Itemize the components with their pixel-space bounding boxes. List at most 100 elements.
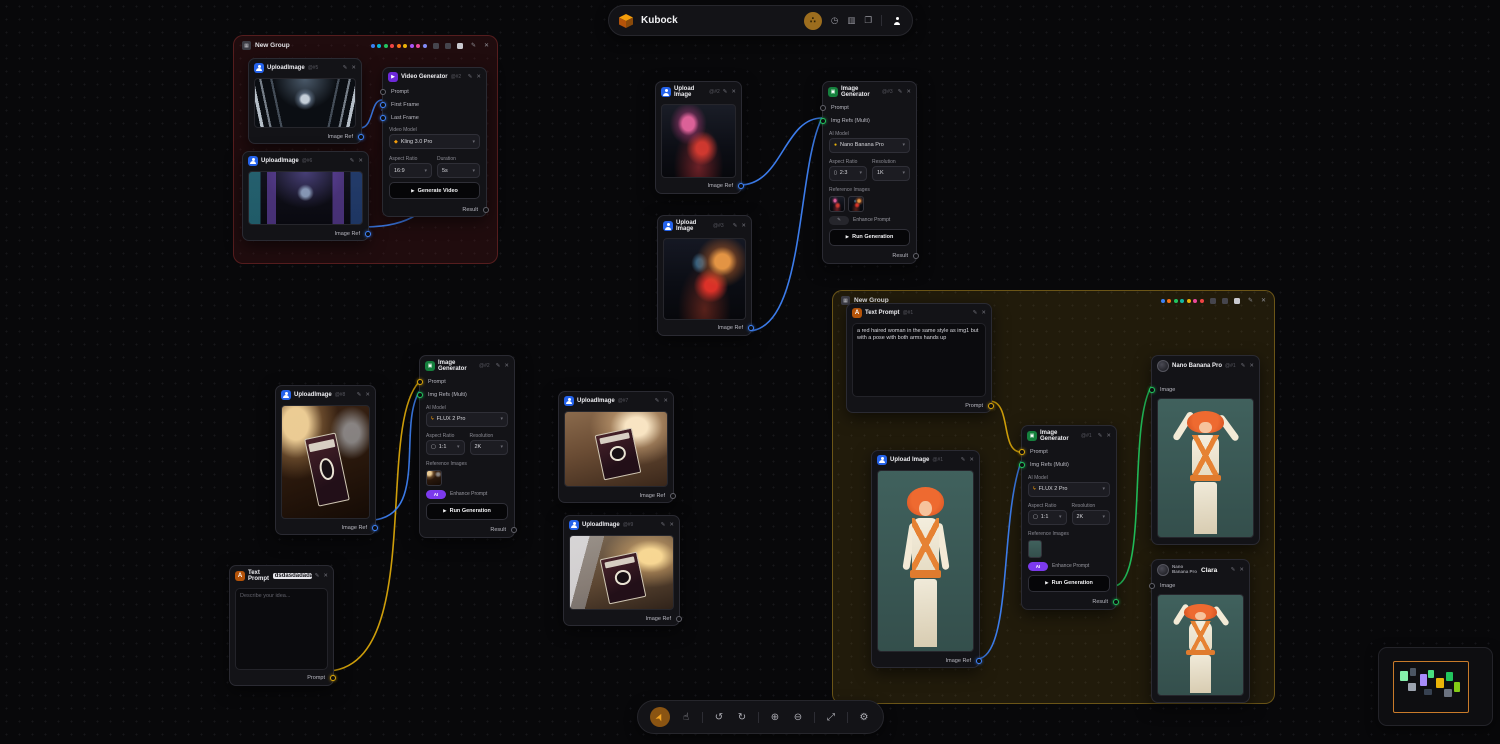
pin-icon[interactable]: ✎: [343, 65, 348, 71]
color-dot[interactable]: [384, 44, 388, 48]
uploaded-image-preview[interactable]: [248, 171, 363, 225]
group-style-square-2[interactable]: [445, 43, 451, 49]
group-style-square-2[interactable]: [1222, 298, 1228, 304]
uploaded-image-preview[interactable]: [877, 470, 974, 652]
color-dot[interactable]: [1193, 299, 1197, 303]
close-icon[interactable]: ✕: [476, 74, 481, 80]
prompt-textarea[interactable]: a red haired woman in the same style as …: [852, 323, 986, 397]
pin-icon[interactable]: ✎: [350, 158, 355, 164]
uploaded-image-preview[interactable]: [661, 104, 736, 178]
node-header[interactable]: UploadImage @#5 ✎✕: [249, 59, 361, 76]
ai-model-select[interactable]: ϟ FLUX 2 Pro ▾: [1028, 482, 1110, 497]
port-image-ref[interactable]: [372, 525, 378, 531]
port-img-refs[interactable]: [1019, 462, 1025, 468]
node-upload-image-5[interactable]: UploadImage @#5 ✎✕ Image Ref: [248, 58, 362, 144]
prompt-textarea[interactable]: Describe your idea...: [235, 588, 328, 670]
node-image-generator-nano[interactable]: ▣ Image Generator @#3 ✎✕ Prompt Img Refs…: [822, 81, 917, 264]
port-image-ref[interactable]: [670, 493, 676, 499]
port-last-frame[interactable]: [380, 115, 386, 121]
pin-icon[interactable]: ✎: [723, 89, 728, 95]
port-prompt-out[interactable]: [988, 403, 994, 409]
port-prompt[interactable]: [1019, 449, 1025, 455]
ai-model-select[interactable]: ϟ FLUX 2 Pro ▾: [426, 412, 508, 427]
copy-button[interactable]: ❐: [864, 15, 872, 26]
port-prompt[interactable]: [380, 89, 386, 95]
port-prompt[interactable]: [417, 379, 423, 385]
run-generation-button[interactable]: ▶ Run Generation: [426, 503, 508, 520]
group-style-square-1[interactable]: [1210, 298, 1216, 304]
node-name[interactable]: Clara: [1201, 567, 1217, 574]
color-dot[interactable]: [377, 44, 381, 48]
port-image[interactable]: [1149, 387, 1155, 393]
collaborators-button[interactable]: [891, 15, 903, 27]
close-icon[interactable]: ✕: [1249, 363, 1254, 369]
node-header[interactable]: ▣ Image Generator @#1 ✎✕: [1022, 426, 1116, 446]
generated-image-preview[interactable]: [1157, 594, 1244, 696]
color-dot[interactable]: [403, 44, 407, 48]
uploaded-image-preview[interactable]: [569, 535, 674, 610]
enhance-prompt-toggle[interactable]: AI: [426, 490, 446, 499]
port-image-ref[interactable]: [748, 325, 754, 331]
color-dot[interactable]: [423, 44, 427, 48]
aspect-ratio-select[interactable]: 16:9 ▾: [389, 163, 432, 178]
node-header[interactable]: Upload Image @#3 ✎✕: [658, 216, 751, 236]
node-header[interactable]: A Text Prompt @#1 ✎✕: [847, 304, 991, 321]
close-icon[interactable]: ✕: [504, 363, 509, 369]
ai-model-select[interactable]: ● Nano Banana Pro ▾: [829, 138, 910, 153]
aspect-ratio-select[interactable]: ▢ 1:1 ▾: [1028, 510, 1067, 525]
pin-icon[interactable]: ✎: [357, 392, 362, 398]
close-icon[interactable]: ✕: [669, 522, 674, 528]
close-icon[interactable]: ✕: [323, 573, 328, 579]
reference-thumbnail-1[interactable]: [426, 470, 442, 486]
group-style-square-1[interactable]: [433, 43, 439, 49]
pin-icon[interactable]: ✎: [655, 398, 660, 404]
node-header[interactable]: ▶ Video Generator @#2 ✎✕: [383, 68, 486, 85]
node-upload-image-3[interactable]: Upload Image @#3 ✎✕ Image Ref: [657, 215, 752, 336]
enhance-prompt-toggle[interactable]: ✎: [829, 216, 849, 225]
run-generation-button[interactable]: ▶ Run Generation: [1028, 575, 1110, 592]
node-text-prompt-2[interactable]: A Text Prompt dsdasdadadadadas ✎✕ Descri…: [229, 565, 334, 686]
pin-icon[interactable]: ✎: [973, 310, 978, 316]
generate-video-button[interactable]: ▶ Generate Video: [389, 182, 480, 199]
layout-panels-button[interactable]: ▥: [847, 15, 855, 26]
uploaded-image-preview[interactable]: [663, 238, 746, 320]
enhance-prompt-toggle[interactable]: AI: [1028, 562, 1048, 571]
node-header[interactable]: Upload Image @#1 ✎✕: [872, 451, 979, 468]
close-icon[interactable]: ✕: [906, 89, 911, 95]
node-header[interactable]: ▣ Image Generator @#2 ✎✕: [420, 356, 514, 376]
color-dot[interactable]: [397, 44, 401, 48]
close-icon[interactable]: ✕: [663, 398, 668, 404]
port-image-ref[interactable]: [738, 183, 744, 189]
pin-icon[interactable]: ✎: [496, 363, 501, 369]
port-image-ref[interactable]: [976, 658, 982, 664]
color-dot[interactable]: [1174, 299, 1178, 303]
resolution-select[interactable]: 1K ▾: [872, 166, 910, 181]
node-header[interactable]: Nano Banana Pro Clara ✎✕: [1152, 560, 1249, 579]
pin-icon[interactable]: ✎: [471, 42, 476, 49]
color-dot[interactable]: [390, 44, 394, 48]
port-result[interactable]: [483, 207, 489, 213]
port-image-ref[interactable]: [676, 616, 682, 622]
pin-icon[interactable]: ✎: [468, 74, 473, 80]
group-style-square-3[interactable]: [1234, 298, 1240, 304]
pin-icon[interactable]: ✎: [733, 223, 738, 229]
pin-icon[interactable]: ✎: [315, 573, 320, 579]
run-generation-button[interactable]: ▶ Run Generation: [829, 229, 910, 246]
node-header[interactable]: UploadImage @#6 ✎✕: [243, 152, 368, 169]
node-header[interactable]: A Text Prompt dsdasdadadadadas ✎✕: [230, 566, 333, 586]
video-model-select[interactable]: ◆ Kling 3.0 Pro ▾: [389, 134, 480, 149]
pan-tool-button[interactable]: ☝: [679, 710, 693, 724]
port-image-ref[interactable]: [365, 231, 371, 237]
close-icon[interactable]: ✕: [731, 89, 736, 95]
select-tool-button[interactable]: ➤: [650, 707, 670, 727]
color-dot[interactable]: [371, 44, 375, 48]
zoom-in-button[interactable]: ⊕: [768, 710, 782, 724]
close-icon[interactable]: ✕: [484, 42, 489, 49]
group-style-square-3[interactable]: [457, 43, 463, 49]
status-button[interactable]: ◷: [831, 15, 838, 26]
pin-icon[interactable]: ✎: [961, 457, 966, 463]
port-img-refs[interactable]: [820, 118, 826, 124]
port-image-ref[interactable]: [358, 134, 364, 140]
close-icon[interactable]: ✕: [351, 65, 356, 71]
node-image-generator-1[interactable]: ▣ Image Generator @#1 ✎✕ Prompt Img Refs…: [1021, 425, 1117, 610]
